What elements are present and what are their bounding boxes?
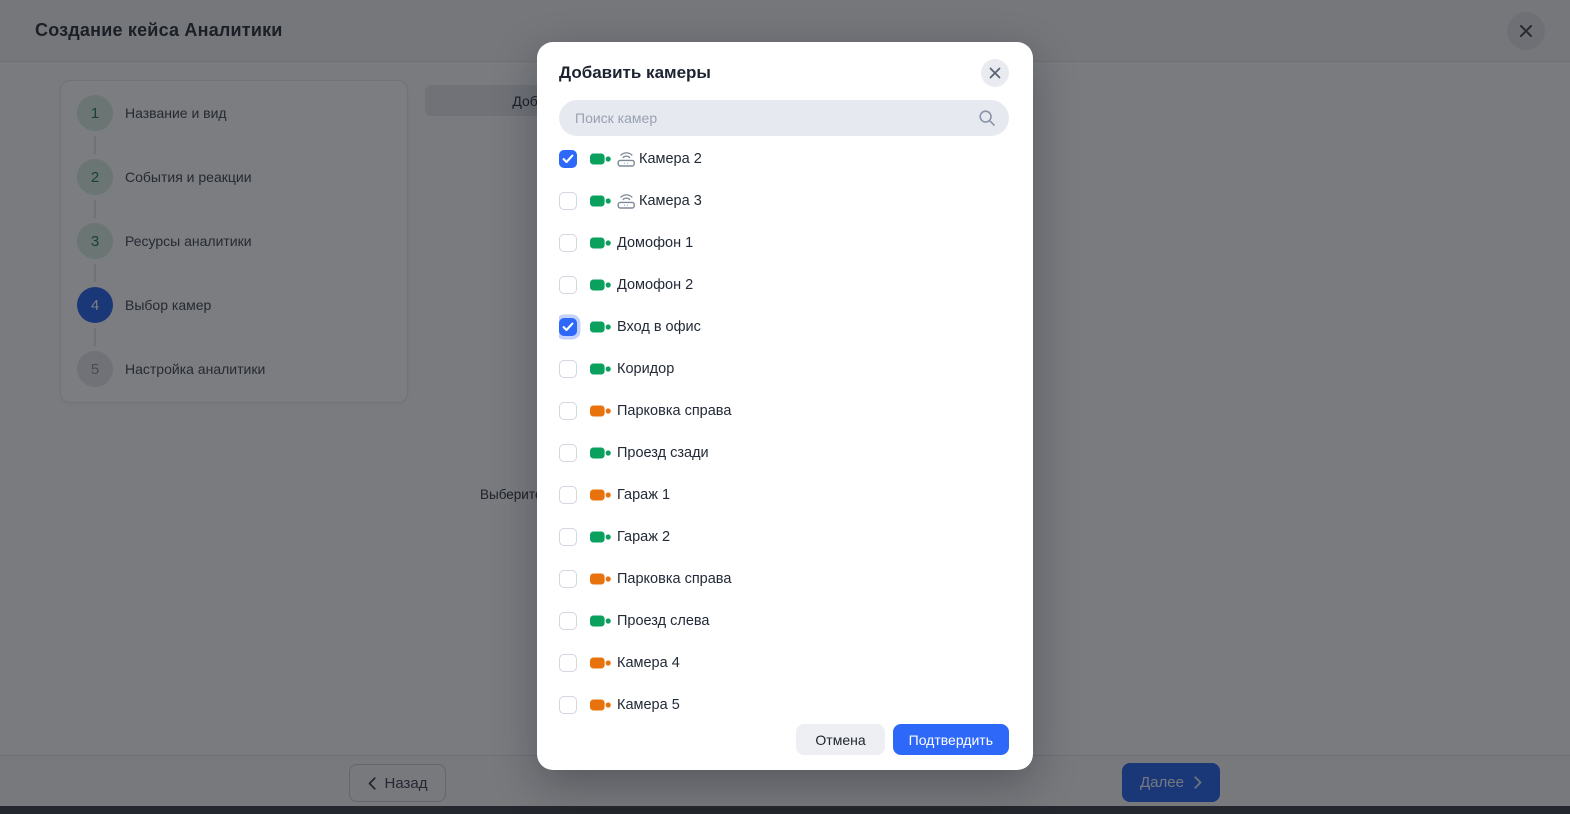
camera-checkbox[interactable]: [559, 318, 577, 336]
camera-icon: [590, 403, 611, 419]
add-cameras-modal: Добавить камеры Камера 2 Камер: [537, 42, 1033, 770]
camera-checkbox[interactable]: [559, 570, 577, 588]
camera-name: Проезд слева: [617, 613, 710, 629]
camera-icon: [590, 487, 611, 503]
camera-icon: [590, 613, 611, 629]
search-icon: [978, 109, 996, 127]
camera-name: Коридор: [617, 361, 674, 377]
close-icon: [989, 67, 1001, 79]
camera-name: Гараж 2: [617, 529, 670, 545]
confirm-button[interactable]: Подтвердить: [893, 724, 1009, 755]
modal-header: Добавить камеры: [559, 59, 1009, 87]
camera-row[interactable]: Камера 4: [559, 642, 1009, 684]
camera-checkbox[interactable]: [559, 444, 577, 462]
camera-name: Камера 5: [617, 697, 680, 713]
camera-list: Камера 2 Камера 3 Домофон 1: [559, 138, 1009, 718]
camera-name: Камера 2: [639, 151, 702, 167]
camera-row[interactable]: Парковка справа: [559, 558, 1009, 600]
camera-icon: [590, 277, 611, 293]
camera-search: [559, 100, 1009, 136]
camera-icon: [590, 361, 611, 377]
camera-row[interactable]: Домофон 2: [559, 264, 1009, 306]
camera-row[interactable]: Вход в офис: [559, 306, 1009, 348]
camera-name: Парковка справа: [617, 403, 731, 419]
camera-checkbox[interactable]: [559, 654, 577, 672]
camera-name: Домофон 1: [617, 235, 693, 251]
modal-footer: Отмена Подтвердить: [559, 724, 1009, 755]
camera-row[interactable]: Домофон 1: [559, 222, 1009, 264]
camera-row[interactable]: Проезд слева: [559, 600, 1009, 642]
cancel-button[interactable]: Отмена: [796, 724, 884, 755]
camera-checkbox[interactable]: [559, 528, 577, 546]
camera-name: Камера 4: [617, 655, 680, 671]
camera-row[interactable]: Камера 5: [559, 684, 1009, 718]
camera-checkbox[interactable]: [559, 402, 577, 420]
camera-checkbox[interactable]: [559, 612, 577, 630]
modal-close-button[interactable]: [981, 59, 1009, 87]
camera-icon: [590, 235, 611, 251]
camera-icon: [590, 571, 611, 587]
app-window: Создание кейса Аналитики 1 Название и ви…: [0, 0, 1570, 814]
camera-checkbox[interactable]: [559, 276, 577, 294]
camera-row[interactable]: Проезд сзади: [559, 432, 1009, 474]
camera-name: Вход в офис: [617, 319, 701, 335]
camera-name: Камера 3: [639, 193, 702, 209]
camera-row[interactable]: Гараж 2: [559, 516, 1009, 558]
camera-checkbox[interactable]: [559, 150, 577, 168]
camera-checkbox[interactable]: [559, 696, 577, 714]
camera-row[interactable]: Камера 3: [559, 180, 1009, 222]
wireless-bridge-icon: [617, 151, 636, 167]
camera-icon: [590, 697, 611, 713]
camera-checkbox[interactable]: [559, 486, 577, 504]
camera-checkbox[interactable]: [559, 360, 577, 378]
camera-search-input[interactable]: [559, 100, 1009, 136]
camera-icon: [590, 529, 611, 545]
checkmark-icon: [562, 154, 574, 164]
camera-name: Домофон 2: [617, 277, 693, 293]
camera-name: Парковка справа: [617, 571, 731, 587]
camera-name: Проезд сзади: [617, 445, 709, 461]
modal-title: Добавить камеры: [559, 63, 711, 83]
camera-icon: [590, 193, 611, 209]
wireless-bridge-icon: [617, 193, 636, 209]
camera-icon: [590, 319, 611, 335]
camera-name: Гараж 1: [617, 487, 670, 503]
camera-row[interactable]: Парковка справа: [559, 390, 1009, 432]
camera-row[interactable]: Гараж 1: [559, 474, 1009, 516]
camera-checkbox[interactable]: [559, 234, 577, 252]
checkmark-icon: [562, 322, 574, 332]
camera-icon: [590, 655, 611, 671]
camera-row[interactable]: Камера 2: [559, 138, 1009, 180]
camera-checkbox[interactable]: [559, 192, 577, 210]
camera-row[interactable]: Коридор: [559, 348, 1009, 390]
camera-icon: [590, 445, 611, 461]
camera-icon: [590, 151, 611, 167]
